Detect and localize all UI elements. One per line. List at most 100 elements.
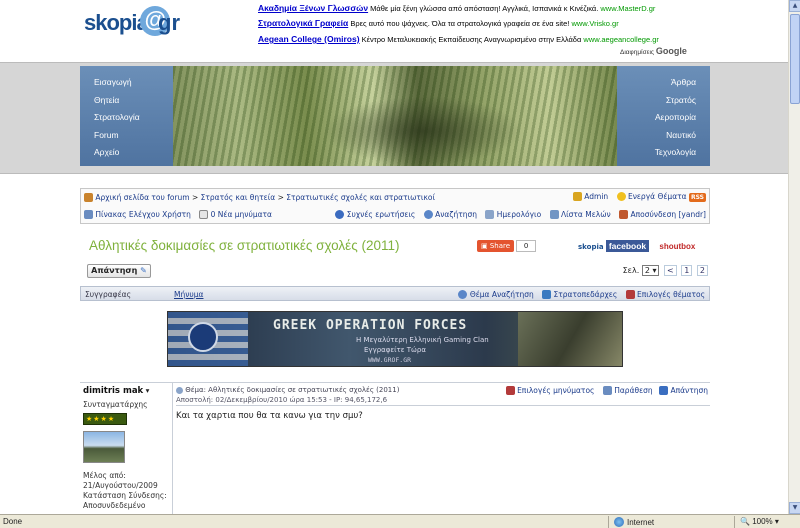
ad-title-link[interactable]: Aegean College (Omiros) bbox=[258, 34, 360, 44]
page-select[interactable]: 2 ▾ bbox=[641, 265, 660, 276]
status-separator bbox=[608, 516, 609, 528]
nav-item-archive[interactable]: Αρχείο bbox=[80, 144, 173, 162]
nav-item-forum[interactable]: Forum bbox=[80, 127, 173, 145]
calendar-link[interactable]: Ημερολόγιο bbox=[497, 210, 541, 219]
status-value: Αποσυνδεδεμένο bbox=[83, 501, 146, 510]
ads-by-label: Διαφημίσεις bbox=[620, 49, 655, 56]
banner-photo bbox=[173, 66, 617, 166]
breadcrumb-home[interactable]: Αρχική σελίδα του forum bbox=[95, 193, 189, 202]
zoom-control[interactable]: 🔍 100% ▾ bbox=[740, 517, 779, 526]
nav-item-technology[interactable]: Τεχνολογία bbox=[617, 144, 710, 162]
breadcrumb-forum[interactable]: Στρατιωτικές σχολές και στρατιωτικοί bbox=[286, 193, 435, 202]
camps-link[interactable]: Στρατοπεδάρχες bbox=[554, 290, 618, 299]
rank-insignia-icon: ★★★★ bbox=[83, 413, 127, 425]
search-icon bbox=[458, 290, 468, 299]
page-label: Σελ. bbox=[622, 266, 640, 275]
prev-page-button[interactable]: < bbox=[664, 265, 677, 276]
ads-by-google[interactable]: Διαφημίσεις Google bbox=[620, 46, 687, 56]
joined-label: Μέλος από: bbox=[83, 471, 126, 480]
nav-item-army[interactable]: Στρατός bbox=[617, 92, 710, 110]
nav-right: Άρθρα Στρατός Αεροπορία Ναυτικό Τεχνολογ… bbox=[617, 66, 710, 166]
posts-header: Συγγραφέας Μήνυμα Θέμα Αναζήτηση Στρατοπ… bbox=[80, 286, 710, 301]
author-name-row[interactable]: dimitris mak ▾ bbox=[83, 386, 173, 396]
nav-item-service[interactable]: Θητεία bbox=[80, 92, 173, 110]
globe-icon bbox=[614, 517, 624, 527]
plus-icon: ▣ bbox=[481, 242, 490, 250]
breadcrumb-category[interactable]: Στρατός και θητεία bbox=[201, 193, 276, 202]
grof-line-1: Η Μεγαλύτερη Ελληνική Gaming Clan bbox=[356, 336, 489, 344]
message-options-link[interactable]: Επιλογές μηνύματος bbox=[517, 386, 594, 395]
joined-date: 21/Αυγούστου/2009 bbox=[83, 481, 158, 490]
help-icon bbox=[335, 210, 345, 219]
active-topics-link[interactable]: Ενεργά Θέματα bbox=[628, 192, 687, 201]
nav-item-airforce[interactable]: Αεροπορία bbox=[617, 109, 710, 127]
reply-icon: ✎ bbox=[140, 266, 147, 275]
share-widget: ▣ Share 0 bbox=[477, 240, 537, 253]
ad-text: Κέντρο Μεταλυκειακής Εκπαίδευσης Αναγνωρ… bbox=[361, 35, 582, 44]
chevron-down-icon[interactable]: ▾ bbox=[146, 386, 150, 395]
grof-banner-ad[interactable]: GREEK OPERATION FORCES Η Μεγαλύτερη Ελλη… bbox=[167, 311, 623, 367]
site-logo[interactable]: skopia @ gr bbox=[84, 6, 184, 50]
search-icon bbox=[423, 210, 433, 219]
control-panel-icon bbox=[84, 210, 93, 219]
nav-item-articles[interactable]: Άρθρα bbox=[617, 74, 710, 92]
vertical-scrollbar[interactable]: ▲ ▼ bbox=[788, 0, 800, 514]
post-meta: Αποστολή: 02/Δεκεμβρίου/2010 ώρα 15:53 -… bbox=[176, 396, 388, 404]
topic-options-link[interactable]: Επιλογές θέματος bbox=[637, 290, 705, 299]
author-name[interactable]: dimitris mak bbox=[83, 386, 143, 396]
facebook-button[interactable]: facebook bbox=[605, 240, 650, 252]
calendar-icon bbox=[485, 210, 495, 219]
reply-button[interactable]: Απάντηση ✎ bbox=[87, 264, 151, 278]
rss-button[interactable]: RSS bbox=[689, 193, 706, 202]
page-1-link[interactable]: 1 bbox=[681, 265, 693, 276]
text-ad-1: Ακαδημία Ξένων Γλωσσών Μάθε μία ξένη γλώ… bbox=[258, 3, 655, 13]
topic-search-link[interactable]: Θέμα Αναζήτηση bbox=[470, 290, 534, 299]
members-link[interactable]: Λίστα Μελών bbox=[561, 210, 611, 219]
ad-url[interactable]: www.Vrisko.gr bbox=[571, 19, 618, 28]
faq-link[interactable]: Συχνές ερωτήσεις bbox=[347, 210, 416, 219]
scroll-down-arrow-icon[interactable]: ▼ bbox=[789, 502, 800, 514]
navbar-top-right: Admin Ενεργά Θέματα RSS bbox=[572, 192, 706, 202]
scrollbar-thumb[interactable] bbox=[790, 14, 800, 104]
options-icon bbox=[625, 290, 635, 299]
ad-text: Βρες αυτό που ψάχνεις. Όλα τα στρατολογι… bbox=[350, 19, 570, 28]
nav-item-conscription[interactable]: Στρατολογία bbox=[80, 109, 173, 127]
new-messages-link[interactable]: 0 Νέα μηνύματα bbox=[211, 210, 272, 219]
posts-header-tools: Θέμα Αναζήτηση Στρατοπεδάρχες Επιλογές θ… bbox=[458, 290, 705, 299]
ad-url[interactable]: www.MasterD.gr bbox=[600, 4, 655, 13]
logo-text-2: gr bbox=[158, 10, 180, 35]
post-subject: Θέμα: Αθλητικές δοκιμασίες σε στρατιωτικ… bbox=[185, 386, 400, 394]
logo-text-1: skopia bbox=[84, 10, 149, 35]
shoutbox-link[interactable]: shoutbox bbox=[659, 242, 695, 251]
share-button[interactable]: ▣ Share bbox=[477, 240, 515, 252]
nav-item-home[interactable]: Εισαγωγή bbox=[80, 74, 173, 92]
author-column-divider bbox=[172, 383, 173, 518]
ad-url[interactable]: www.aegeancollege.gr bbox=[583, 35, 658, 44]
grof-line-2: Εγγραφείτε Τώρα bbox=[364, 346, 426, 354]
admin-link[interactable]: Admin bbox=[584, 192, 608, 201]
browser-status-bar: Done Internet 🔍 100% ▾ bbox=[0, 514, 800, 528]
nav-item-navy[interactable]: Ναυτικό bbox=[617, 127, 710, 145]
text-ad-3: Aegean College (Omiros) Κέντρο Μεταλυκει… bbox=[258, 34, 659, 44]
camps-icon bbox=[542, 290, 552, 299]
post-actions: Επιλογές μηνύματος Παράθεση Απάντηση bbox=[505, 386, 708, 395]
skopia-tag: skopia bbox=[578, 243, 604, 251]
navbar-tools: Συχνές ερωτήσεις Αναζήτηση Ημερολόγιο Λί… bbox=[335, 210, 706, 219]
ad-title-link[interactable]: Ακαδημία Ξένων Γλωσσών bbox=[258, 3, 368, 13]
post-reply-link[interactable]: Απάντηση bbox=[670, 386, 708, 395]
search-link[interactable]: Αναζήτηση bbox=[435, 210, 477, 219]
zone-label: Internet bbox=[627, 518, 655, 527]
quote-icon bbox=[602, 386, 612, 395]
quote-link[interactable]: Παράθεση bbox=[614, 386, 652, 395]
ad-title-link[interactable]: Στρατολογικά Γραφεία bbox=[258, 18, 348, 28]
post-icon bbox=[176, 387, 183, 394]
scroll-up-arrow-icon[interactable]: ▲ bbox=[789, 0, 800, 12]
grof-emblem-icon bbox=[188, 322, 218, 352]
google-brand: Google bbox=[655, 46, 687, 56]
grof-url: WWW.GROF.GR bbox=[368, 356, 412, 364]
logout-link[interactable]: Αποσύνδεση [yandr] bbox=[630, 210, 706, 219]
message-column-header[interactable]: Μήνυμα bbox=[174, 290, 203, 299]
forum-home-icon bbox=[84, 193, 93, 202]
control-panel-link[interactable]: Πίνακας Ελέγχου Χρήστη bbox=[95, 210, 190, 219]
options-icon bbox=[505, 386, 515, 395]
